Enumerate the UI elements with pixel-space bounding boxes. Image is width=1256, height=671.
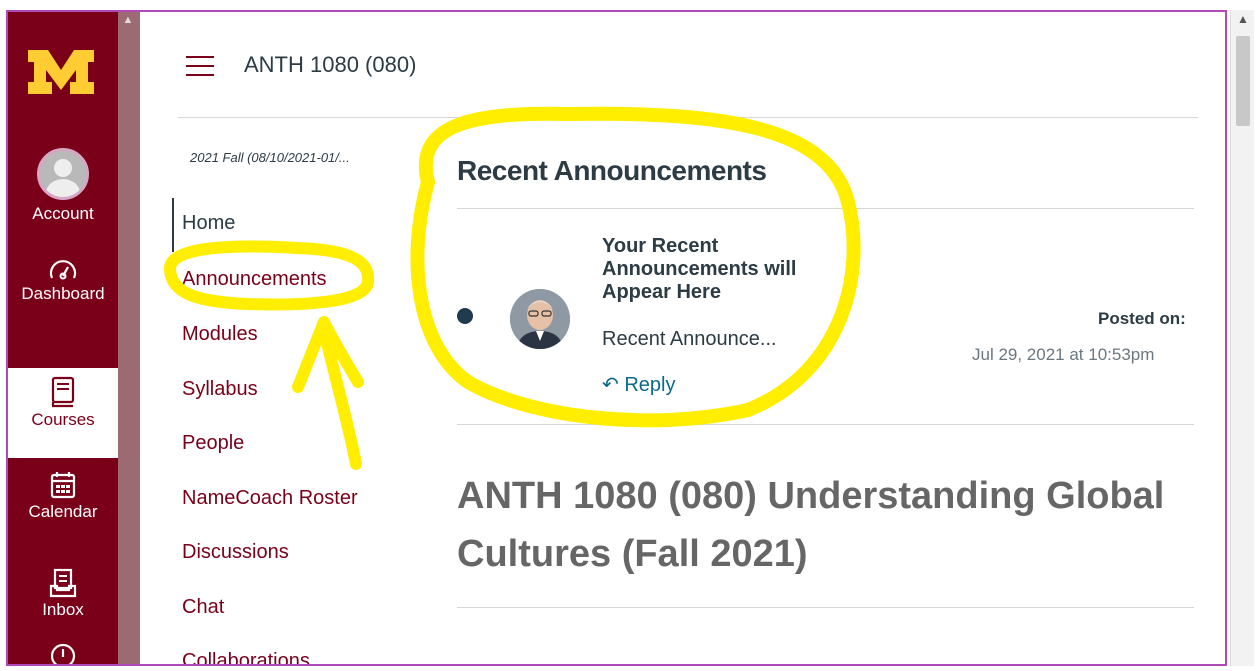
nav-courses[interactable]: Courses (8, 368, 118, 458)
author-avatar[interactable] (510, 289, 570, 349)
scroll-up-icon[interactable]: ▲ (1237, 12, 1249, 26)
divider (457, 607, 1194, 608)
annotation-arrow (292, 316, 364, 470)
nav-account[interactable]: Account (8, 148, 118, 224)
nav-courses-label: Courses (31, 410, 95, 429)
courses-icon (51, 376, 75, 408)
course-nav-namecoach-roster[interactable]: NameCoach Roster (182, 487, 358, 510)
browser-scrollbar[interactable]: ▲ (1230, 10, 1254, 666)
recent-announcements-heading: Recent Announcements (457, 155, 767, 186)
nav-inbox[interactable]: Inbox (8, 568, 118, 620)
course-nav-people[interactable]: People (182, 432, 244, 455)
calendar-icon (50, 472, 76, 499)
scroll-up-icon[interactable]: ▲ (121, 15, 135, 26)
course-nav-syllabus[interactable]: Syllabus (182, 378, 258, 401)
course-page-heading: ANTH 1080 (080) Understanding Global Cul… (457, 475, 1165, 575)
account-avatar (37, 148, 89, 200)
course-nav-announcements[interactable]: Announcements (182, 268, 327, 291)
reply-label: Reply (624, 374, 676, 396)
author-photo-icon (510, 289, 570, 349)
course-nav-chat[interactable]: Chat (182, 596, 224, 619)
nav-inbox-label: Inbox (42, 600, 84, 619)
global-nav: Account Dashboard Courses Calendar Inbox (8, 12, 118, 664)
divider (457, 424, 1194, 425)
hamburger-menu-icon[interactable] (186, 56, 214, 76)
course-nav-discussions[interactable]: Discussions (182, 541, 289, 564)
term-label: 2021 Fall (08/10/2021-01/... (190, 150, 350, 165)
unread-indicator (457, 308, 473, 324)
announcement-title[interactable]: Your Recent Announcements will Appear He… (602, 235, 842, 304)
clock-icon (50, 643, 76, 664)
posted-date: Jul 29, 2021 at 10:53pm (972, 345, 1155, 364)
nav-account-label: Account (32, 204, 94, 223)
breadcrumb-course-title[interactable]: ANTH 1080 (080) (244, 52, 416, 78)
course-header: ANTH 1080 (080) (178, 12, 1198, 118)
university-logo[interactable] (26, 48, 96, 96)
course-nav-home[interactable]: Home (182, 212, 235, 235)
dashboard-icon (49, 260, 77, 280)
reply-link[interactable]: ↶ Reply (602, 372, 675, 397)
posted-on-label: Posted on: (1098, 309, 1186, 328)
inbox-icon (49, 568, 77, 598)
divider (457, 208, 1194, 209)
active-nav-indicator (172, 198, 174, 252)
course-nav-collaborations[interactable]: Collaborations (182, 650, 310, 664)
nav-scroll-strip[interactable]: ▲ (118, 12, 140, 664)
nav-history[interactable] (8, 642, 118, 664)
scrollbar-thumb[interactable] (1236, 36, 1250, 126)
announcement-excerpt: Recent Announce... (602, 328, 777, 350)
nav-calendar-label: Calendar (28, 502, 98, 521)
course-nav-modules[interactable]: Modules (182, 323, 258, 346)
nav-dashboard-label: Dashboard (21, 284, 105, 303)
reply-icon: ↶ (602, 374, 619, 396)
nav-dashboard[interactable]: Dashboard (8, 258, 118, 304)
nav-calendar[interactable]: Calendar (8, 470, 118, 522)
canvas-window: Account Dashboard Courses Calendar Inbox… (6, 10, 1227, 666)
